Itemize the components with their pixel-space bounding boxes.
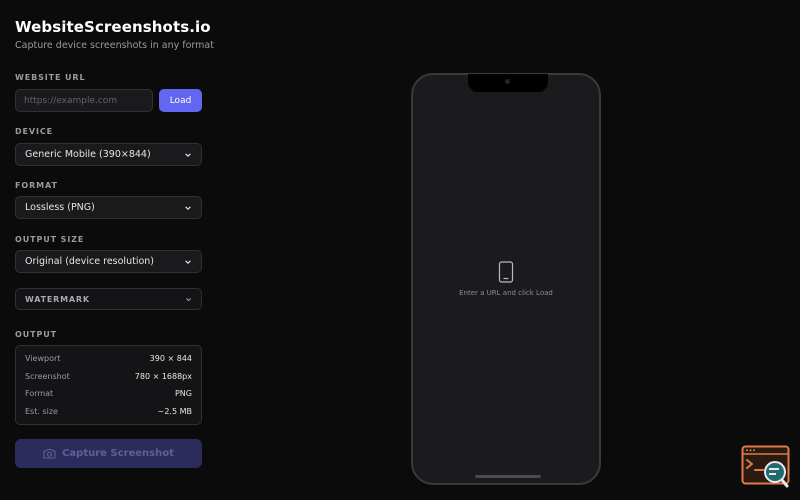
preview-empty-text: Enter a URL and click Load: [459, 289, 553, 297]
output-key: Viewport: [25, 354, 61, 364]
website-url-input[interactable]: [15, 89, 153, 112]
phone-notch: [468, 74, 548, 92]
format-label: FORMAT: [15, 181, 58, 190]
output-size-select-value: Original (device resolution): [25, 256, 154, 267]
output-key: Screenshot: [25, 371, 70, 381]
camera-icon: [43, 448, 56, 459]
output-row-viewport: Viewport 390 × 844: [25, 350, 192, 368]
output-row-format: Format PNG: [25, 385, 192, 403]
output-size-select[interactable]: Original (device resolution): [15, 250, 202, 273]
device-select[interactable]: Generic Mobile (390×844): [15, 143, 202, 166]
format-select-value: Lossless (PNG): [25, 202, 95, 213]
mobile-device-icon: [498, 261, 514, 283]
preview-empty-state: Enter a URL and click Load: [413, 261, 599, 297]
watermark-toggle[interactable]: WATERMARK: [15, 288, 202, 310]
output-row-screenshot: Screenshot 780 × 1688px: [25, 368, 192, 386]
floating-helper-widget[interactable]: [741, 445, 791, 489]
chevron-down-icon: [185, 153, 191, 157]
watermark-label: WATERMARK: [25, 294, 90, 304]
chevron-down-icon: [186, 298, 191, 302]
camera-dot: [505, 79, 510, 84]
chevron-down-icon: [185, 206, 191, 210]
app-title: WebsiteScreenshots.io: [15, 18, 211, 36]
terminal-search-icon: [741, 445, 790, 488]
chevron-down-icon: [185, 260, 191, 264]
output-panel: Viewport 390 × 844 Screenshot 780 × 1688…: [15, 345, 202, 425]
output-value: 390 × 844: [149, 354, 192, 364]
sidebar: WebsiteScreenshots.io Capture device scr…: [0, 0, 218, 500]
website-url-label: WEBSITE URL: [15, 73, 86, 82]
app-subtitle: Capture device screenshots in any format: [15, 40, 214, 51]
output-key: Format: [25, 389, 54, 399]
device-preview-frame: Enter a URL and click Load: [411, 73, 601, 485]
device-select-value: Generic Mobile (390×844): [25, 149, 151, 160]
output-value: 780 × 1688px: [134, 371, 192, 381]
capture-screenshot-button[interactable]: Capture Screenshot: [15, 439, 202, 468]
home-indicator: [475, 475, 541, 478]
output-size-label: OUTPUT SIZE: [15, 235, 85, 244]
output-value: PNG: [174, 389, 192, 399]
output-row-est-size: Est. size ~2.5 MB: [25, 403, 192, 421]
load-button[interactable]: Load: [159, 89, 202, 112]
format-select[interactable]: Lossless (PNG): [15, 196, 202, 219]
output-label: OUTPUT: [15, 330, 57, 339]
capture-screenshot-label: Capture Screenshot: [62, 448, 174, 459]
device-label: DEVICE: [15, 127, 54, 136]
output-key: Est. size: [25, 406, 58, 416]
output-value: ~2.5 MB: [157, 406, 192, 416]
